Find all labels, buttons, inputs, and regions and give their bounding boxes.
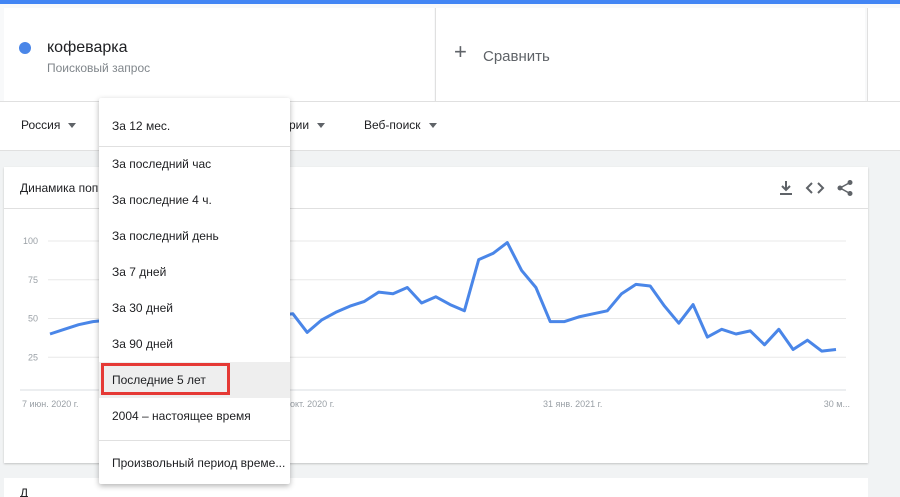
time-range-custom-option[interactable]: Произвольный период време... [99, 445, 290, 481]
time-range-option[interactable]: За последние 4 ч. [99, 182, 290, 218]
time-range-dropdown: За 12 мес. За последний час За последние… [99, 98, 290, 484]
time-range-option[interactable]: За последний час [99, 146, 290, 182]
time-range-option[interactable]: 2004 – настоящее время [99, 398, 290, 434]
category-filter-label: рии [289, 118, 310, 132]
category-filter[interactable]: рии [289, 118, 326, 132]
x-tick-label: окт. 2020 г. [290, 399, 334, 409]
plus-icon: + [454, 39, 467, 64]
x-tick-label: 30 м... [824, 399, 850, 409]
time-range-option[interactable]: За 30 дней [99, 290, 290, 326]
y-tick-label: 75 [28, 275, 38, 285]
y-tick-label: 25 [28, 352, 38, 362]
time-range-selected[interactable]: За 12 мес. [99, 98, 290, 146]
search-term-name[interactable]: кофеварка [47, 39, 128, 57]
y-tick-label: 100 [23, 236, 38, 246]
chevron-down-icon [68, 123, 77, 129]
x-tick-label: 31 янв. 2021 г. [543, 399, 602, 409]
chevron-down-icon [428, 123, 437, 129]
y-tick-label: 50 [28, 314, 38, 324]
chevron-down-icon [317, 123, 326, 129]
compare-bar: кофеварка Поисковый запрос + Сравнить [0, 4, 900, 101]
search-term-subtitle: Поисковый запрос [47, 61, 151, 75]
region-filter[interactable]: Россия [21, 118, 77, 132]
series-color-dot [19, 42, 31, 54]
time-range-option[interactable]: За 90 дней [99, 326, 290, 362]
compare-label: Сравнить [483, 48, 550, 65]
search-type-filter-label: Веб-поиск [364, 118, 421, 132]
highlight-box [101, 363, 230, 395]
dropdown-divider [99, 440, 290, 441]
time-range-option[interactable]: За последний день [99, 218, 290, 254]
time-range-option[interactable]: За 7 дней [99, 254, 290, 290]
region-filter-label: Россия [21, 118, 61, 132]
extra-card [867, 8, 900, 101]
compare-button[interactable]: + Сравнить [435, 8, 865, 101]
search-type-filter[interactable]: Веб-поиск [364, 118, 437, 132]
search-term-card[interactable]: кофеварка Поисковый запрос [4, 8, 434, 101]
related-card-title: Д [20, 486, 29, 497]
x-tick-label: 7 июн. 2020 г. [22, 399, 78, 409]
